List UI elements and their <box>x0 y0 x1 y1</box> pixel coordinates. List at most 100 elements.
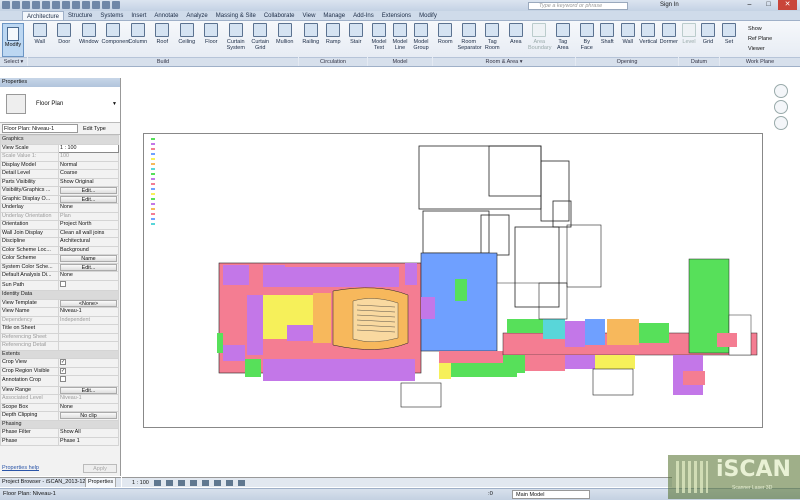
edit-type-button[interactable]: Edit Type <box>80 126 106 132</box>
component-button[interactable]: Component <box>102 23 130 56</box>
grid-button[interactable]: Grid <box>699 23 717 56</box>
crop-view-icon[interactable] <box>201 479 209 486</box>
property-value[interactable]: None <box>58 402 119 412</box>
properties-help-link[interactable]: Properties help <box>2 465 39 471</box>
area-boundary-button[interactable]: Area Boundary <box>528 23 552 56</box>
model-group-button[interactable]: Model Group <box>411 23 431 56</box>
property-value[interactable]: Architectural <box>58 237 119 247</box>
model-line-button[interactable]: Model Line <box>390 23 410 56</box>
group-room-area[interactable]: Room & Area ▾ <box>433 57 575 66</box>
level-button[interactable]: Level <box>680 23 698 56</box>
property-value[interactable]: None <box>58 203 119 213</box>
tab-analyze[interactable]: Analyze <box>182 11 211 20</box>
window-button[interactable]: Window <box>77 23 101 56</box>
room-separator-button[interactable]: Room Separator <box>458 23 482 56</box>
property-value[interactable]: ✓ <box>58 366 119 376</box>
floor-button[interactable]: Floor <box>200 23 224 56</box>
property-checkbox[interactable] <box>60 280 66 287</box>
door-button[interactable]: Door <box>53 23 77 56</box>
property-checkbox[interactable]: ✓ <box>60 359 66 365</box>
property-edit-button[interactable]: Edit... <box>60 187 117 195</box>
property-group[interactable]: Phasing <box>0 419 119 429</box>
shaft-button[interactable]: Shaft <box>598 23 618 56</box>
sign-in-link[interactable]: Sign In <box>660 2 679 8</box>
property-value[interactable]: Project North <box>58 220 119 230</box>
model-text-button[interactable]: Model Text <box>369 23 389 56</box>
property-value[interactable] <box>58 324 119 334</box>
property-value[interactable]: Name <box>58 254 119 264</box>
measure-icon[interactable] <box>62 1 70 9</box>
property-group[interactable]: Identity Data <box>0 290 119 300</box>
railing-button[interactable]: Railing <box>300 23 322 56</box>
property-checkbox[interactable] <box>60 376 66 382</box>
apply-button[interactable]: Apply <box>83 464 117 473</box>
property-value[interactable]: <None> <box>58 298 119 308</box>
modify-button[interactable]: Modify <box>2 23 24 57</box>
open-icon[interactable] <box>12 1 20 9</box>
search-input[interactable]: Type a keyword or phrase <box>528 2 628 10</box>
steering-wheel-icon[interactable] <box>774 84 788 98</box>
property-value[interactable] <box>58 279 119 291</box>
property-value[interactable]: Edit... <box>58 385 119 395</box>
property-edit-button[interactable]: Name <box>60 255 117 263</box>
ref-plane-button[interactable]: Ref Plane <box>740 34 772 44</box>
tab-architecture[interactable]: Architecture <box>22 11 65 20</box>
sun-path-icon[interactable] <box>177 479 185 486</box>
tab-add-ins[interactable]: Add-Ins <box>349 11 378 20</box>
tab-collaborate[interactable]: Collaborate <box>260 11 299 20</box>
property-value[interactable]: No clip <box>58 411 119 421</box>
shadows-icon[interactable] <box>189 479 197 486</box>
minimize-button[interactable]: – <box>740 0 759 10</box>
property-edit-button[interactable]: <None> <box>60 299 117 307</box>
area-button[interactable]: Area <box>505 23 528 56</box>
property-edit-button[interactable]: No clip <box>60 412 117 420</box>
close-button[interactable]: ✕ <box>778 0 797 10</box>
by-face-button[interactable]: By Face <box>577 23 597 56</box>
property-edit-button[interactable]: Edit... <box>60 195 117 203</box>
instance-selector[interactable]: Floor Plan: Niveau-1 <box>2 124 78 133</box>
ramp-button[interactable]: Ramp <box>323 23 345 56</box>
stair-button[interactable]: Stair <box>345 23 367 56</box>
property-edit-button[interactable]: Edit... <box>60 263 117 271</box>
tab-insert[interactable]: Insert <box>127 11 150 20</box>
reveal-hidden-icon[interactable] <box>237 479 245 486</box>
set-work-plane-button[interactable]: Set <box>721 23 737 56</box>
redo-icon[interactable] <box>42 1 50 9</box>
view-scale[interactable]: 1 : 100 <box>132 480 149 486</box>
temp-hide-icon[interactable] <box>225 479 233 486</box>
wall-button[interactable]: Wall <box>28 23 52 56</box>
zoom-icon[interactable] <box>774 100 788 114</box>
wall-button[interactable]: Wall <box>618 23 638 56</box>
property-group[interactable]: Extents <box>0 349 119 359</box>
project-browser-tab[interactable]: Project Browser - iSCAN_2013-12... <box>0 478 86 487</box>
property-value[interactable]: Coarse <box>58 169 119 179</box>
property-value[interactable]: Edit... <box>58 262 119 272</box>
curtain-system-button[interactable]: Curtain System <box>224 23 248 56</box>
property-value[interactable]: Normal <box>58 160 119 170</box>
property-value[interactable]: 1 : 100 <box>58 143 119 153</box>
visual-style-icon[interactable] <box>165 479 173 486</box>
tag-area-button[interactable]: Tag Area <box>552 23 575 56</box>
app-menu-icon[interactable] <box>2 1 10 9</box>
ceiling-button[interactable]: Ceiling <box>175 23 199 56</box>
room-button[interactable]: Room <box>434 23 457 56</box>
section-icon[interactable] <box>92 1 100 9</box>
column-button[interactable]: Column <box>126 23 150 56</box>
property-group[interactable]: Graphics <box>0 135 119 145</box>
quick-access-toolbar[interactable] <box>2 1 120 10</box>
property-value[interactable]: Show All <box>58 428 119 438</box>
property-value[interactable]: Show Original <box>58 177 119 187</box>
detail-level-icon[interactable] <box>153 479 161 486</box>
tab-structure[interactable]: Structure <box>64 11 96 20</box>
property-value[interactable]: Edit... <box>58 186 119 196</box>
tab-modify[interactable]: Modify <box>415 11 441 20</box>
property-value[interactable]: Niveau-1 <box>58 307 119 317</box>
pan-icon[interactable] <box>774 116 788 130</box>
mullion-button[interactable]: Mullion <box>273 23 297 56</box>
property-value[interactable]: None <box>58 271 119 281</box>
curtain-grid-button[interactable]: Curtain Grid <box>249 23 273 56</box>
tab-systems[interactable]: Systems <box>96 11 127 20</box>
3d-view-icon[interactable] <box>82 1 90 9</box>
property-value[interactable]: Phase 1 <box>58 436 119 446</box>
active-workset-select[interactable]: Main Model <box>512 490 590 499</box>
